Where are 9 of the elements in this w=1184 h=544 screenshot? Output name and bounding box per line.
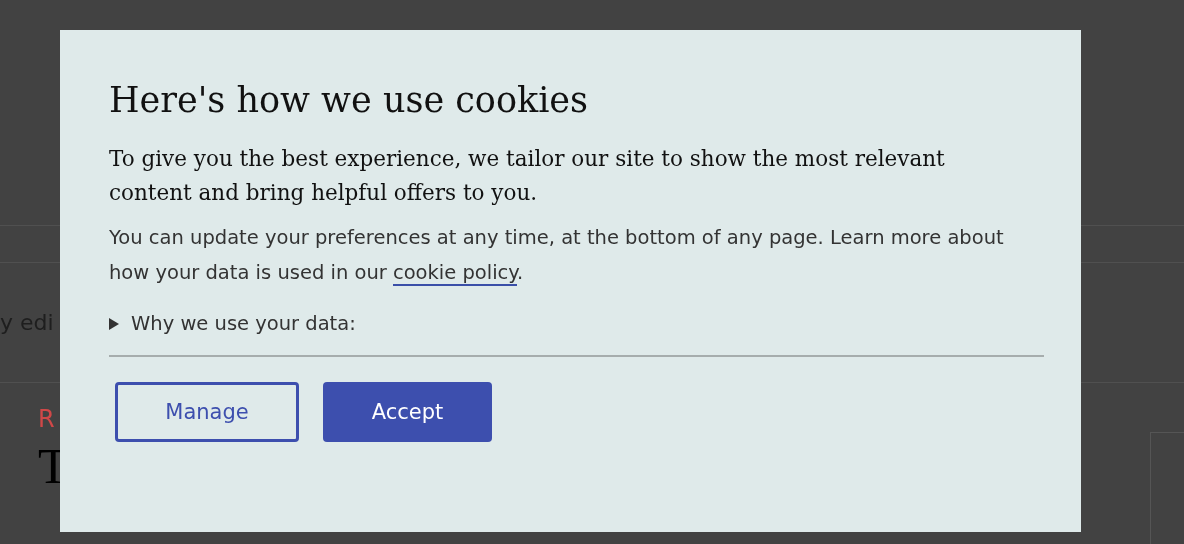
data-disclosure[interactable]: Why we use your data: <box>109 312 356 335</box>
manage-button[interactable]: Manage <box>115 382 299 442</box>
dialog-title: Here's how we use cookies <box>109 80 590 120</box>
category-label: R <box>38 405 55 433</box>
body-text: You can update your preferences at any time, at the bottom of any page. Learn more about how your data is used in our cookie policy. <box>109 225 1005 288</box>
disclosure-triangle-icon <box>109 317 119 330</box>
lead-text: To give you the best experience, we tailor our site to show the most relevant content and bring helpful offers to you. <box>109 145 946 207</box>
accept-button[interactable]: Accept <box>323 382 492 442</box>
cookie-policy-link[interactable]: cookie policy <box>392 261 518 286</box>
